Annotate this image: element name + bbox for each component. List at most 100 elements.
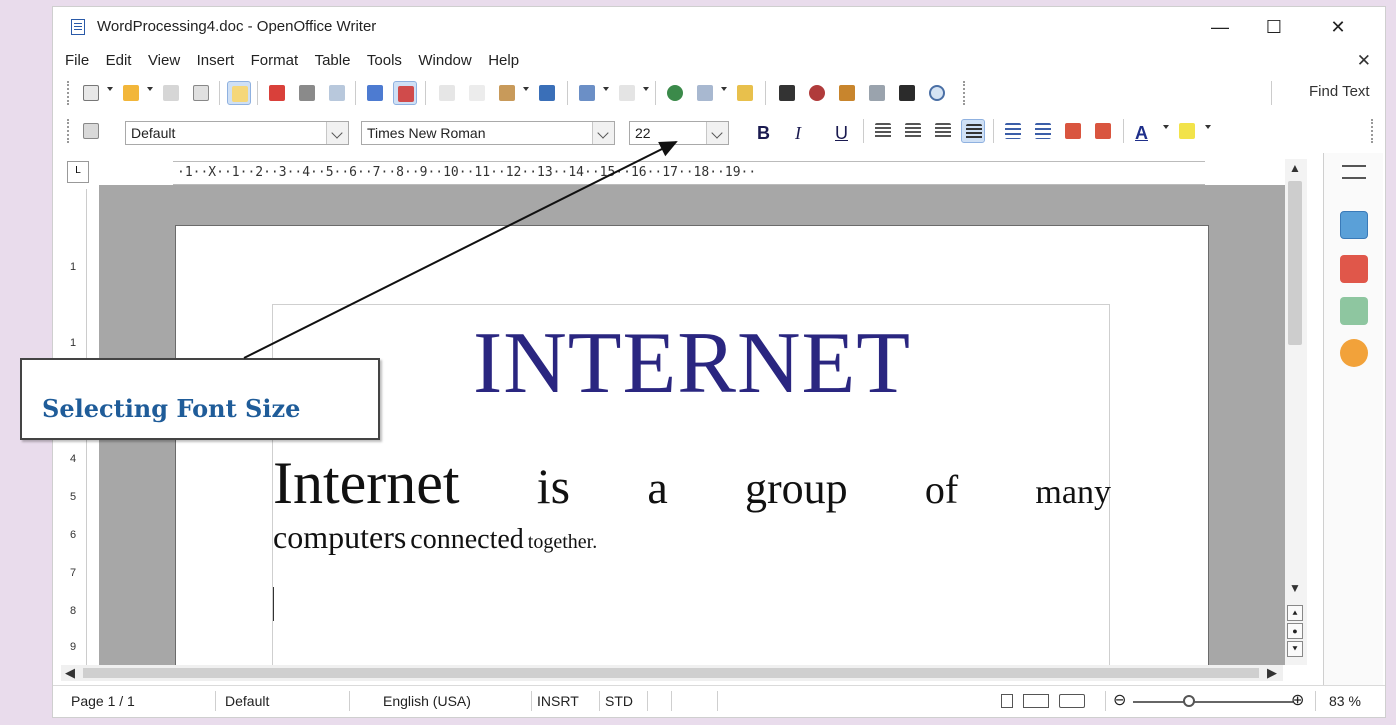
zoom-button[interactable] bbox=[925, 81, 949, 105]
chevron-down-icon[interactable] bbox=[523, 87, 529, 91]
print-button[interactable] bbox=[295, 81, 319, 105]
show-draw-functions-button[interactable] bbox=[733, 81, 757, 105]
toolbar-overflow-icon[interactable] bbox=[963, 81, 967, 105]
menu-help[interactable]: Help bbox=[476, 47, 519, 69]
clone-formatting-button[interactable] bbox=[535, 81, 559, 105]
menu-format[interactable]: Format bbox=[239, 47, 299, 69]
close-document-button[interactable]: ✕ bbox=[1357, 51, 1371, 71]
gallery-icon[interactable] bbox=[1340, 297, 1368, 325]
single-page-view-icon[interactable] bbox=[1001, 694, 1013, 708]
zoom-out-icon[interactable]: ⊖ bbox=[1113, 690, 1126, 710]
menu-edit[interactable]: Edit bbox=[94, 47, 132, 69]
chevron-down-icon[interactable] bbox=[1205, 125, 1211, 129]
hyperlink-button[interactable] bbox=[663, 81, 687, 105]
menu-file[interactable]: File bbox=[53, 47, 89, 69]
new-document-button[interactable] bbox=[79, 81, 103, 105]
bullets-button[interactable] bbox=[1031, 119, 1055, 143]
align-right-button[interactable] bbox=[931, 119, 955, 143]
close-button[interactable]: ✕ bbox=[1315, 13, 1361, 41]
chevron-down-icon[interactable] bbox=[592, 122, 614, 144]
highlighting-button[interactable] bbox=[1175, 119, 1199, 143]
page-indicator[interactable]: Page 1 / 1 bbox=[71, 693, 135, 709]
zoom-in-icon[interactable]: ⊕ bbox=[1291, 690, 1304, 710]
page-preview-button[interactable] bbox=[325, 81, 349, 105]
scroll-up-icon[interactable]: ▲ bbox=[1289, 161, 1301, 175]
font-color-button[interactable]: A bbox=[1135, 123, 1148, 144]
find-text-field[interactable]: Find Text bbox=[1309, 83, 1370, 100]
font-name-select[interactable]: Times New Roman bbox=[361, 121, 615, 145]
minimize-button[interactable]: — bbox=[1197, 13, 1243, 41]
chevron-down-icon[interactable] bbox=[147, 87, 153, 91]
undo-button[interactable] bbox=[575, 81, 599, 105]
selection-mode[interactable]: STD bbox=[605, 693, 633, 709]
email-button[interactable] bbox=[189, 81, 213, 105]
decrease-indent-button[interactable] bbox=[1061, 119, 1085, 143]
page-style[interactable]: Default bbox=[225, 693, 269, 709]
insert-mode[interactable]: INSRT bbox=[537, 693, 579, 709]
horizontal-ruler[interactable]: ·1··X··1··2··3··4··5··6··7··8··9··10··11… bbox=[173, 161, 1205, 185]
zoom-slider[interactable] bbox=[1133, 701, 1293, 703]
body-line-2[interactable]: computers connected together. bbox=[273, 519, 597, 556]
align-left-button[interactable] bbox=[871, 119, 895, 143]
styles-formatting-button[interactable] bbox=[79, 119, 103, 143]
menu-table[interactable]: Table bbox=[303, 47, 351, 69]
chevron-down-icon[interactable] bbox=[603, 87, 609, 91]
menu-tools[interactable]: Tools bbox=[355, 47, 402, 69]
text-boundaries[interactable]: INTERNET Internet is a group of many com… bbox=[272, 304, 1111, 665]
autospellcheck-button[interactable] bbox=[393, 81, 417, 105]
edit-mode-button[interactable] bbox=[227, 81, 251, 105]
next-page-button[interactable]: ⯆ bbox=[1287, 641, 1303, 657]
scroll-down-icon[interactable]: ▼ bbox=[1289, 581, 1301, 595]
multi-page-view-icon[interactable] bbox=[1023, 694, 1049, 708]
cut-button[interactable] bbox=[435, 81, 459, 105]
paragraph-style-select[interactable]: Default bbox=[125, 121, 349, 145]
styles-icon[interactable] bbox=[1340, 255, 1368, 283]
font-size-select[interactable]: 22 bbox=[629, 121, 729, 145]
book-view-icon[interactable] bbox=[1059, 694, 1085, 708]
gallery-button[interactable] bbox=[835, 81, 859, 105]
underline-button[interactable]: U bbox=[835, 123, 848, 144]
open-button[interactable] bbox=[119, 81, 143, 105]
menu-view[interactable]: View bbox=[136, 47, 180, 69]
chevron-down-icon[interactable] bbox=[721, 87, 727, 91]
bold-button[interactable]: B bbox=[757, 123, 770, 144]
navigator-icon[interactable] bbox=[1340, 339, 1368, 367]
italic-button[interactable]: I bbox=[795, 123, 801, 144]
data-sources-button[interactable] bbox=[865, 81, 889, 105]
maximize-button[interactable]: ☐ bbox=[1251, 13, 1297, 41]
save-button[interactable] bbox=[159, 81, 183, 105]
align-center-button[interactable] bbox=[901, 119, 925, 143]
language[interactable]: English (USA) bbox=[383, 693, 471, 709]
scroll-thumb[interactable] bbox=[1288, 181, 1302, 345]
scroll-left-icon[interactable]: ◀ bbox=[65, 665, 75, 681]
redo-button[interactable] bbox=[615, 81, 639, 105]
toolbar-grip[interactable] bbox=[67, 81, 71, 105]
navigator-button[interactable] bbox=[805, 81, 829, 105]
zoom-slider-knob[interactable] bbox=[1183, 695, 1195, 707]
numbering-button[interactable] bbox=[1001, 119, 1025, 143]
chevron-down-icon[interactable] bbox=[326, 122, 348, 144]
increase-indent-button[interactable] bbox=[1091, 119, 1115, 143]
menu-window[interactable]: Window bbox=[406, 47, 471, 69]
table-button[interactable] bbox=[693, 81, 717, 105]
zoom-percentage[interactable]: 83 % bbox=[1329, 693, 1361, 709]
properties-icon[interactable] bbox=[1340, 211, 1368, 239]
previous-page-button[interactable]: ⯅ bbox=[1287, 605, 1303, 621]
scroll-right-icon[interactable]: ▶ bbox=[1267, 665, 1277, 681]
scroll-thumb[interactable] bbox=[83, 668, 1259, 678]
toolbar-overflow-icon[interactable] bbox=[1371, 119, 1375, 143]
paste-button[interactable] bbox=[495, 81, 519, 105]
sidebar-menu-icon[interactable] bbox=[1342, 165, 1366, 179]
chevron-down-icon[interactable] bbox=[706, 122, 728, 144]
horizontal-scrollbar[interactable]: ◀ ▶ bbox=[61, 665, 1283, 681]
toolbar-grip[interactable] bbox=[67, 119, 71, 143]
chevron-down-icon[interactable] bbox=[1163, 125, 1169, 129]
vertical-scrollbar[interactable]: ▲ ▼ ⯅ ● ⯆ bbox=[1285, 159, 1307, 665]
justify-button[interactable] bbox=[961, 119, 985, 143]
chevron-down-icon[interactable] bbox=[107, 87, 113, 91]
spellcheck-button[interactable] bbox=[363, 81, 387, 105]
chevron-down-icon[interactable] bbox=[643, 87, 649, 91]
tab-stop-selector[interactable]: L bbox=[67, 161, 89, 183]
find-replace-button[interactable] bbox=[775, 81, 799, 105]
document-heading[interactable]: INTERNET bbox=[273, 313, 1111, 414]
